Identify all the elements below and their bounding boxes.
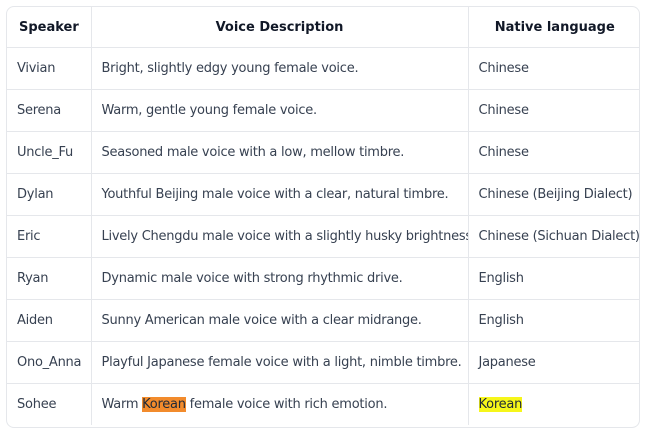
cell-description: Dynamic male voice with strong rhythmic … — [90, 257, 468, 300]
cell-description: Warm Korean female voice with rich emoti… — [90, 383, 468, 425]
cell-speaker: Ono_Anna — [7, 341, 91, 384]
cell-speaker: Uncle_Fu — [7, 131, 91, 174]
cell-description: Lively Chengdu male voice with a slightl… — [90, 215, 468, 258]
table-row: Uncle_Fu Seasoned male voice with a low,… — [7, 131, 639, 174]
table-row: Serena Warm, gentle young female voice. … — [7, 89, 639, 132]
table-header-row: Speaker Voice Description Native languag… — [7, 7, 639, 48]
table-row: Eric Lively Chengdu male voice with a sl… — [7, 215, 639, 258]
table-row: Sohee Warm Korean female voice with rich… — [7, 383, 639, 425]
voice-table: Speaker Voice Description Native languag… — [7, 7, 639, 425]
cell-language: Chinese (Beijing Dialect) — [467, 173, 639, 216]
table-row: Dylan Youthful Beijing male voice with a… — [7, 173, 639, 216]
cell-speaker: Vivian — [17, 61, 56, 76]
cell-speaker: Dylan — [7, 173, 91, 216]
cell-language: English — [467, 257, 639, 300]
cell-language: Chinese (Sichuan Dialect) — [467, 215, 639, 258]
table-row: Vivian Bright, slightly edgy young femal… — [7, 47, 639, 90]
table-row: Ryan Dynamic male voice with strong rhyt… — [7, 257, 639, 300]
desc-text-before: Warm — [101, 397, 143, 412]
cell-description: Playful Japanese female voice with a lig… — [90, 341, 468, 384]
cell-language: English — [467, 299, 639, 342]
cell-language: Japanese — [467, 341, 639, 384]
search-highlight-match: Korean — [478, 397, 523, 412]
cell-language: Chinese — [467, 131, 639, 174]
table-row: Aiden Sunny American male voice with a c… — [7, 299, 639, 342]
cell-speaker: Sohee — [7, 383, 91, 425]
header-native-language: Native language — [467, 7, 639, 48]
search-highlight-current: Korean — [142, 397, 186, 412]
cell-language: Chinese — [467, 89, 639, 132]
cell-description: Bright, slightly edgy young female voice… — [90, 47, 468, 90]
cell-description: Seasoned male voice with a low, mellow t… — [90, 131, 468, 174]
header-speaker: Speaker — [7, 7, 91, 48]
cell-speaker: Ryan — [7, 257, 91, 300]
cell-speaker: Serena — [7, 89, 91, 132]
cell-description: Warm, gentle young female voice. — [90, 89, 468, 132]
table-row: Ono_Anna Playful Japanese female voice w… — [7, 341, 639, 384]
voice-table-container: Speaker Voice Description Native languag… — [6, 6, 640, 428]
cell-language: Chinese — [467, 47, 639, 90]
cell-speaker: Aiden — [7, 299, 91, 342]
cell-speaker: Eric — [7, 215, 91, 258]
cell-description: Sunny American male voice with a clear m… — [90, 299, 468, 342]
cell-language: Korean — [467, 383, 639, 425]
header-voice-description: Voice Description — [90, 7, 468, 48]
desc-text-after: female voice with rich emotion. — [185, 397, 388, 412]
cell-description: Youthful Beijing male voice with a clear… — [90, 173, 468, 216]
